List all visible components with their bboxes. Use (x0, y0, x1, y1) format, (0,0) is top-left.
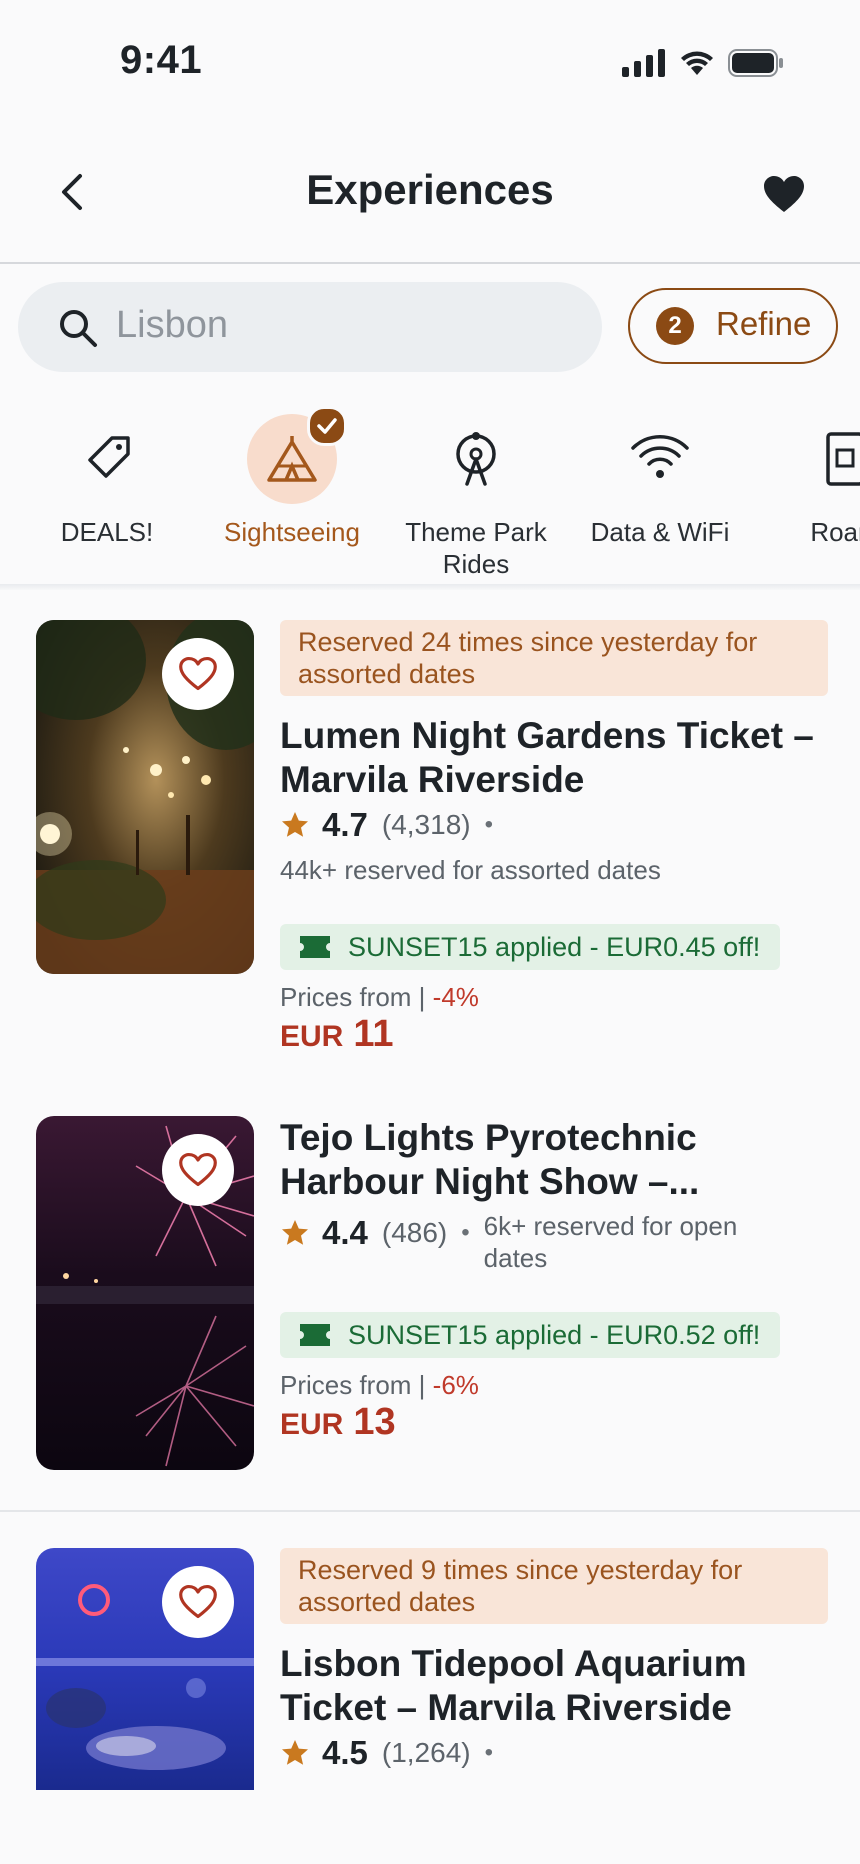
separator-dot: • (461, 1219, 470, 1246)
reserved-count: 44k+ reserved for assorted dates (280, 855, 661, 885)
price-from: Prices from | -4% (280, 982, 828, 1013)
reserved-count: 6k+ reserved for open dates (483, 1211, 738, 1273)
category-label: Sightseeing (224, 517, 360, 547)
listing-title[interactable]: Tejo Lights Pyrotechnic Harbour Night Sh… (280, 1116, 828, 1204)
category-sightseeing[interactable]: Sightseeing (197, 406, 387, 548)
price-from: Prices from | -6% (280, 1370, 828, 1401)
category-label: DEALS! (60, 517, 154, 547)
ticket-icon (300, 936, 330, 958)
listing-image[interactable] (36, 1116, 254, 1470)
popularity-banner: Reserved 24 times since yesterday for as… (280, 620, 828, 696)
listing-divider (0, 1510, 860, 1512)
listing-title[interactable]: Lumen Night Gardens Ticket – Marvila Riv… (280, 714, 828, 802)
star-icon (282, 1220, 308, 1245)
heart-outline-icon (179, 1152, 217, 1187)
heart-outline-icon (179, 1584, 217, 1619)
page-title: Experiences (306, 166, 554, 213)
rating-row: 4.7 (4,318) • (280, 806, 828, 844)
price-currency: EUR (280, 1408, 344, 1441)
star-icon (282, 812, 308, 837)
listing-image[interactable] (36, 1548, 254, 1790)
rating-value: 4.4 (322, 1214, 368, 1251)
sim-card-icon (826, 432, 860, 486)
search-icon (60, 310, 97, 347)
tag-icon (88, 436, 130, 478)
price-currency: EUR (280, 1020, 344, 1053)
ticket-icon (300, 1324, 330, 1346)
rating-value: 4.7 (322, 806, 368, 843)
price-amount: 11 (353, 1013, 394, 1055)
rating-row: 4.4 (486) • 6k+ reserved for open dates (280, 1210, 828, 1274)
price-from-label: Prices from | (280, 1370, 433, 1400)
selected-check-icon (307, 406, 347, 446)
section-divider (0, 584, 860, 590)
separator-dot: • (484, 811, 493, 838)
wifi-icon (631, 434, 689, 478)
category-theme-park[interactable]: Theme Park Rides (381, 406, 571, 580)
save-favorite-button[interactable] (162, 1566, 234, 1638)
price-from-label: Prices from | (280, 982, 433, 1012)
price: EUR 11 (280, 1013, 828, 1056)
heart-outline-icon (179, 656, 217, 691)
promo-text: SUNSET15 applied - EUR0.45 off! (348, 932, 761, 962)
review-count: (486) (381, 1217, 448, 1248)
status-time: 9:41 (120, 38, 203, 82)
category-scroller[interactable]: DEALS! Sightseeing Theme Park Rides Data… (0, 406, 860, 586)
battery-icon (728, 49, 783, 77)
price: EUR 13 (280, 1401, 828, 1444)
listing-image[interactable] (36, 620, 254, 974)
nav-bar: Experiences (0, 120, 860, 264)
cellular-signal-icon (622, 49, 665, 77)
filter-count-badge: 2 (656, 307, 694, 345)
status-bar: 9:41 (0, 0, 860, 120)
rating-value: 4.5 (322, 1734, 368, 1771)
save-favorite-button[interactable] (162, 1134, 234, 1206)
search-bar[interactable]: Lisbon (18, 282, 602, 372)
wifi-status-icon (681, 51, 713, 75)
search-input[interactable]: Lisbon (116, 304, 228, 347)
save-favorite-button[interactable] (162, 638, 234, 710)
popularity-banner: Reserved 9 times since yesterday for ass… (280, 1548, 828, 1624)
wishlist-heart-icon[interactable] (762, 174, 806, 214)
star-icon (282, 1740, 308, 1765)
promo-code-banner: SUNSET15 applied - EUR0.52 off! (280, 1312, 780, 1358)
discount-percent: -4% (432, 982, 479, 1012)
rating-row: 4.5 (1,264) • (280, 1734, 828, 1772)
promo-code-banner: SUNSET15 applied - EUR0.45 off! (280, 924, 780, 970)
category-data-wifi[interactable]: Data & WiFi (565, 406, 755, 548)
category-roam[interactable]: Roam (750, 406, 860, 548)
category-label: Data & WiFi (590, 517, 730, 547)
listing-title[interactable]: Lisbon Tidepool Aquarium Ticket – Marvil… (280, 1642, 828, 1730)
refine-label: Refine (716, 305, 812, 342)
category-deals[interactable]: DEALS! (12, 406, 202, 548)
separator-dot: • (484, 1739, 493, 1766)
review-count: (4,318) (381, 809, 471, 840)
price-amount: 13 (353, 1401, 396, 1443)
review-count: (1,264) (381, 1737, 471, 1768)
status-icons (622, 46, 784, 80)
category-label: Theme Park Rides (405, 517, 547, 579)
category-label: Roam (810, 517, 860, 547)
discount-percent: -6% (432, 1370, 479, 1400)
promo-text: SUNSET15 applied - EUR0.52 off! (348, 1320, 761, 1350)
ferris-wheel-icon (456, 432, 496, 486)
refine-button[interactable]: 2 Refine (628, 288, 838, 364)
